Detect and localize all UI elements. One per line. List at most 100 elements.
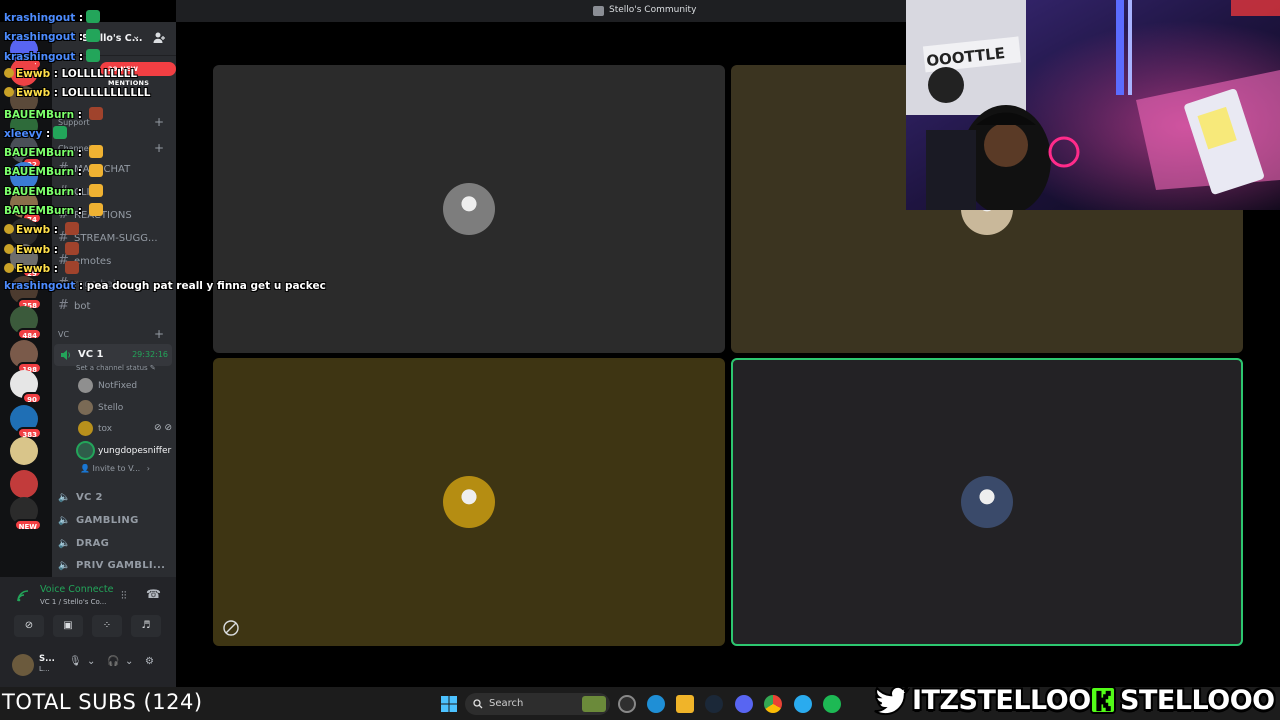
chat-message: BAUEMBurn : (4, 145, 103, 161)
voice-channel-gambling[interactable]: 🔈 GAMBLING (58, 515, 172, 535)
chat-message: Ewwb : LOLLLLLLLLLLL (4, 87, 150, 103)
server-icon[interactable]: NEW (10, 497, 42, 531)
voice-connected-title[interactable]: Voice Connecte (40, 584, 113, 595)
sub-badge-icon (4, 67, 14, 78)
server-avatar (10, 437, 38, 465)
chrome-icon[interactable] (764, 695, 782, 713)
spotify-icon[interactable] (823, 695, 841, 713)
user-name[interactable]: S... (39, 654, 55, 664)
sub-badge-icon (4, 87, 14, 98)
unread-badge: NEW (13, 519, 42, 531)
server-icon[interactable] (10, 437, 38, 465)
edge-browser-icon[interactable] (647, 695, 665, 713)
discord-window-icon (593, 6, 604, 16)
file-explorer-icon[interactable] (676, 695, 694, 713)
chat-message: xleevy : (4, 125, 68, 142)
channel-status-input[interactable]: Set a channel status ✎ (76, 364, 156, 372)
camera-toggle-button[interactable]: ⊘ (14, 615, 44, 637)
chat-message: Ewwb : (4, 260, 79, 277)
emote-icon (86, 48, 101, 62)
chat-message: krashingout : (4, 10, 101, 26)
chat-username: BAUEMBurn (4, 185, 75, 198)
steam-icon[interactable] (705, 695, 723, 713)
voice-member[interactable]: NotFixed (78, 378, 172, 396)
invite-to-voice[interactable]: 👤 Invite to V... › (80, 464, 150, 473)
user-avatar[interactable] (12, 654, 34, 676)
speaker-icon (61, 350, 70, 360)
hash-icon: # (58, 298, 69, 313)
voice-channel-vc2[interactable]: 🔈 VC 2 (58, 492, 172, 512)
windows-start-icon[interactable] (440, 695, 458, 713)
telegram-icon[interactable] (794, 695, 812, 713)
participant-tile[interactable] (731, 358, 1243, 646)
deafened-icon: ⊘ ⊘ (154, 423, 172, 433)
channel-bot[interactable]: # bot (58, 298, 172, 316)
voice-member[interactable]: tox ⊘ ⊘ (78, 421, 172, 439)
server-icon[interactable]: 484 (10, 306, 42, 340)
chat-username: Ewwb (16, 262, 51, 275)
server-icon[interactable] (10, 470, 38, 498)
chat-separator: : (74, 147, 86, 160)
activities-button[interactable]: ⁘ (92, 615, 122, 637)
soundboard-button[interactable]: ♬ (131, 615, 161, 637)
total-subs-overlay: TOTAL SUBS (124) (2, 690, 203, 714)
emote-icon (88, 164, 103, 178)
chat-message: Ewwb : (4, 222, 79, 238)
chevron-down-icon[interactable]: ⌄ (87, 656, 95, 667)
socials-overlay: ITZSTELLOO STELLOOO (872, 682, 1280, 720)
member-name: yungdopesniffer (98, 446, 172, 456)
server-icon[interactable]: 90 (10, 370, 42, 404)
emote-icon (64, 260, 79, 274)
chat-separator: : (50, 67, 62, 80)
voice-channel-active[interactable]: VC 1 29:32:16 (54, 344, 172, 366)
server-avatar (10, 470, 38, 498)
speaker-icon: 🔈 (58, 538, 71, 549)
microphone-icon[interactable]: 🎙 (69, 656, 82, 667)
chat-text: LOLLLLLLLLLLL (61, 87, 151, 100)
search-icon (473, 699, 483, 709)
pencil-icon: ✎ (149, 364, 156, 372)
discord-icon[interactable] (735, 695, 753, 713)
search-highlight-icon (582, 696, 606, 712)
kick-icon (1090, 686, 1116, 714)
chat-separator: : (75, 50, 84, 63)
voice-connected-subtitle[interactable]: VC 1 / Stello's Co... (40, 598, 106, 606)
member-avatar (78, 443, 93, 458)
voice-channel-name: VC 1 (78, 349, 104, 360)
server-icon[interactable]: 198 (10, 340, 42, 374)
chevron-down-icon[interactable]: ⌄ (125, 656, 133, 667)
webcam-feed: OOOTTLE (906, 0, 1280, 210)
add-channel-icon[interactable]: + (154, 327, 164, 341)
window-title: Stello's Community (609, 5, 697, 15)
participant-avatar (961, 476, 1013, 528)
member-name: NotFixed (98, 381, 138, 391)
participant-avatar (443, 476, 495, 528)
chat-separator: : (75, 12, 84, 24)
participant-tile[interactable] (213, 358, 725, 646)
speaker-icon: 🔈 (58, 560, 71, 571)
headphones-icon[interactable]: 🎧 (107, 656, 119, 667)
server-icon[interactable]: 383 (10, 405, 42, 439)
disconnect-icon[interactable]: ☎ (146, 587, 161, 601)
noise-suppression-icon[interactable]: ⫶⫶ (121, 589, 127, 603)
voice-member[interactable]: Stello (78, 400, 172, 418)
soundboard-icon: ♬ (141, 620, 151, 631)
obs-icon[interactable] (618, 695, 636, 713)
chat-separator: : (50, 87, 62, 100)
chat-username: krashingout (4, 12, 76, 24)
chat-separator: : (50, 224, 62, 237)
chat-username: Ewwb (16, 67, 51, 80)
emote-icon (88, 106, 103, 120)
category-vc[interactable]: VC (58, 330, 69, 339)
voice-channel-drag[interactable]: 🔈 DRAG (58, 538, 172, 558)
gear-icon[interactable]: ⚙ (145, 656, 154, 667)
chat-username: BAUEMBurn (4, 166, 75, 179)
screen-share-button[interactable]: ▣ (53, 615, 83, 637)
signal-icon (17, 590, 29, 602)
camera-off-icon (223, 620, 239, 636)
member-name: Stello (98, 403, 124, 413)
emote-icon (88, 145, 103, 159)
sub-badge-icon (4, 262, 14, 273)
chat-separator: : (75, 280, 87, 293)
voice-member[interactable]: yungdopesniffer (78, 443, 172, 461)
